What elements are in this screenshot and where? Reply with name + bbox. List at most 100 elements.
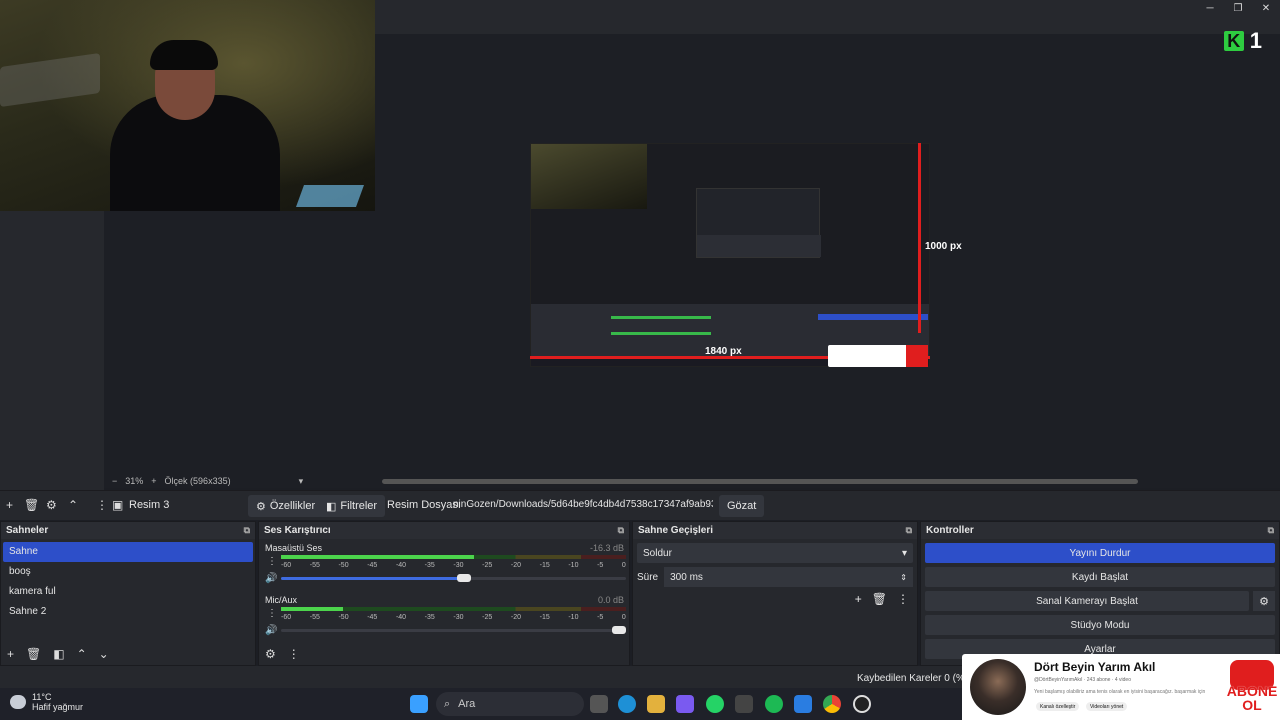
- volume-slider[interactable]: [281, 626, 626, 634]
- more-icon[interactable]: ⋮: [288, 647, 300, 661]
- meter-tick-label: -5: [597, 562, 604, 569]
- more-icon[interactable]: ⋮: [267, 608, 277, 619]
- duration-label: Süre: [637, 571, 659, 583]
- scene-item[interactable]: Sahne 2: [3, 602, 253, 622]
- width-measure-label: 1840 px: [705, 346, 742, 357]
- stop-stream-button[interactable]: Yayını Durdur: [925, 543, 1275, 563]
- zoom-in-button[interactable]: +: [151, 476, 156, 486]
- meter-tick-label: -60: [281, 562, 292, 569]
- duration-row: Süre 300 ms ⇕: [637, 567, 913, 587]
- meter-tick-label: -55: [309, 614, 320, 621]
- scale-dropdown[interactable]: ▾: [299, 476, 304, 487]
- spotify-icon[interactable]: [765, 695, 783, 713]
- search-placeholder: Ara: [458, 698, 476, 710]
- channel-logo: K 1: [1223, 28, 1262, 54]
- more-icon[interactable]: ⋮: [897, 592, 909, 606]
- stepper-icon[interactable]: ⇕: [900, 573, 907, 582]
- chrome-icon[interactable]: [823, 695, 841, 713]
- undock-icon[interactable]: ⧉: [618, 525, 624, 536]
- undock-icon[interactable]: ⧉: [244, 525, 250, 536]
- filter-icon: ◧: [326, 500, 337, 513]
- windows-start-icon[interactable]: [410, 695, 428, 713]
- volume-icon[interactable]: 🔊: [265, 625, 277, 636]
- file-explorer-icon[interactable]: [647, 695, 665, 713]
- meter-tick-label: -35: [424, 614, 435, 621]
- meter-tick-label: -50: [338, 562, 349, 569]
- window-controls: ─ ❐ ✕: [1196, 0, 1280, 16]
- edge-icon[interactable]: [618, 695, 636, 713]
- close-button[interactable]: ✕: [1252, 0, 1280, 16]
- scene-item[interactable]: Sahne: [3, 542, 253, 562]
- meter-tick-label: -10: [568, 562, 579, 569]
- copilot-icon[interactable]: [676, 695, 694, 713]
- studio-mode-button[interactable]: Stüdyo Modu: [925, 615, 1275, 635]
- zoom-level: 31%: [125, 476, 144, 486]
- gear-icon[interactable]: ⚙: [265, 647, 276, 661]
- chevron-down-icon[interactable]: ⌄: [99, 647, 109, 661]
- meter-tick-label: -15: [539, 562, 550, 569]
- level-meter: [281, 555, 626, 559]
- more-icon[interactable]: ⋮: [267, 556, 277, 567]
- horizontal-scrollbar[interactable]: [382, 479, 1138, 484]
- weather-icon: [10, 695, 26, 709]
- file-path-field[interactable]: ninGozen/Downloads/5d64be9fc4db4d7538c17…: [453, 499, 713, 510]
- weather-widget[interactable]: 11°C Hafif yağmur: [10, 692, 83, 712]
- filters-button[interactable]: ◧ Filtreler: [318, 495, 386, 517]
- meter-tick-label: -20: [510, 562, 521, 569]
- manage-videos-button: Videoları yönet: [1086, 702, 1128, 711]
- scene-item[interactable]: booş: [3, 562, 253, 582]
- meter-tick-label: -40: [395, 562, 407, 569]
- channel-name: Mic/Aux: [265, 595, 298, 605]
- meter-tick-label: -60: [281, 614, 292, 621]
- zoom-out-button[interactable]: −: [112, 476, 117, 486]
- webcam-source[interactable]: [0, 0, 375, 211]
- channel-db: -16.3 dB: [589, 543, 624, 553]
- taskbar-search[interactable]: ⌕ Ara: [436, 692, 584, 716]
- undock-icon[interactable]: ⧉: [906, 525, 912, 536]
- mixer-channel: Mic/Aux 0.0 dB ⋮ -60 -55 -50 -45 -40 -35 -30 -2…: [259, 591, 629, 643]
- chevron-up-icon[interactable]: ⌃: [77, 647, 87, 661]
- audio-mixer-dock: Ses Karıştırıcı ⧉ Masaüstü Ses -16.3 dB ⋮…: [258, 521, 630, 666]
- add-icon[interactable]: +: [855, 592, 862, 606]
- add-scene-icon[interactable]: +: [7, 647, 14, 661]
- controls-title: Kontroller: [926, 525, 974, 536]
- scale-label: Ölçek (596x335): [164, 476, 231, 486]
- trash-icon[interactable]: 🗑: [26, 647, 41, 661]
- scenes-title: Sahneler: [6, 525, 49, 536]
- keyboard-shape: [295, 185, 365, 207]
- meter-tick-label: -15: [539, 614, 550, 621]
- gear-icon[interactable]: ⚙: [46, 498, 57, 512]
- scenes-dock: Sahneler ⧉ Sahne booş kamera ful Sahne 2 …: [0, 521, 256, 666]
- subscribe-badge: ABONE OL: [1224, 654, 1280, 720]
- task-view-icon[interactable]: [590, 695, 608, 713]
- transition-select[interactable]: Soldur ▾: [637, 543, 913, 563]
- store-icon[interactable]: [735, 695, 753, 713]
- more-icon[interactable]: ⋮: [96, 498, 108, 512]
- whatsapp-icon[interactable]: [706, 695, 724, 713]
- image-icon: ▣: [112, 498, 124, 512]
- properties-button[interactable]: ⚙ Özellikler: [248, 495, 324, 517]
- filter-icon[interactable]: ◧: [53, 647, 64, 661]
- add-icon[interactable]: +: [6, 498, 13, 512]
- duration-field[interactable]: 300 ms ⇕: [664, 567, 913, 587]
- undock-icon[interactable]: ⧉: [1268, 525, 1274, 536]
- obs-icon[interactable]: [853, 695, 871, 713]
- image-source-nested-screenshot[interactable]: [530, 143, 930, 367]
- scene-item[interactable]: kamera ful: [3, 582, 253, 602]
- start-virtual-camera-button[interactable]: Sanal Kamerayı Başlat: [925, 591, 1249, 611]
- file-label: Resim Dosyası: [387, 499, 461, 511]
- minimize-button[interactable]: ─: [1196, 0, 1224, 16]
- meter-ticks: -60 -55 -50 -45 -40 -35 -30 -25 -20 -15 -10 -5 0: [281, 614, 626, 621]
- trash-icon[interactable]: 🗑: [872, 592, 887, 606]
- mail-icon[interactable]: [794, 695, 812, 713]
- trash-icon[interactable]: 🗑: [24, 498, 39, 512]
- transitions-title: Sahne Geçişleri: [638, 525, 714, 536]
- browse-button[interactable]: Gözat: [719, 495, 765, 517]
- volume-icon[interactable]: 🔊: [265, 573, 277, 584]
- chevron-up-icon[interactable]: ⌃: [68, 498, 78, 512]
- chevron-down-icon: ▾: [901, 547, 907, 559]
- start-recording-button[interactable]: Kaydı Başlat: [925, 567, 1275, 587]
- volume-slider[interactable]: [281, 574, 626, 582]
- gear-icon[interactable]: ⚙: [1253, 591, 1275, 611]
- maximize-button[interactable]: ❐: [1224, 0, 1252, 16]
